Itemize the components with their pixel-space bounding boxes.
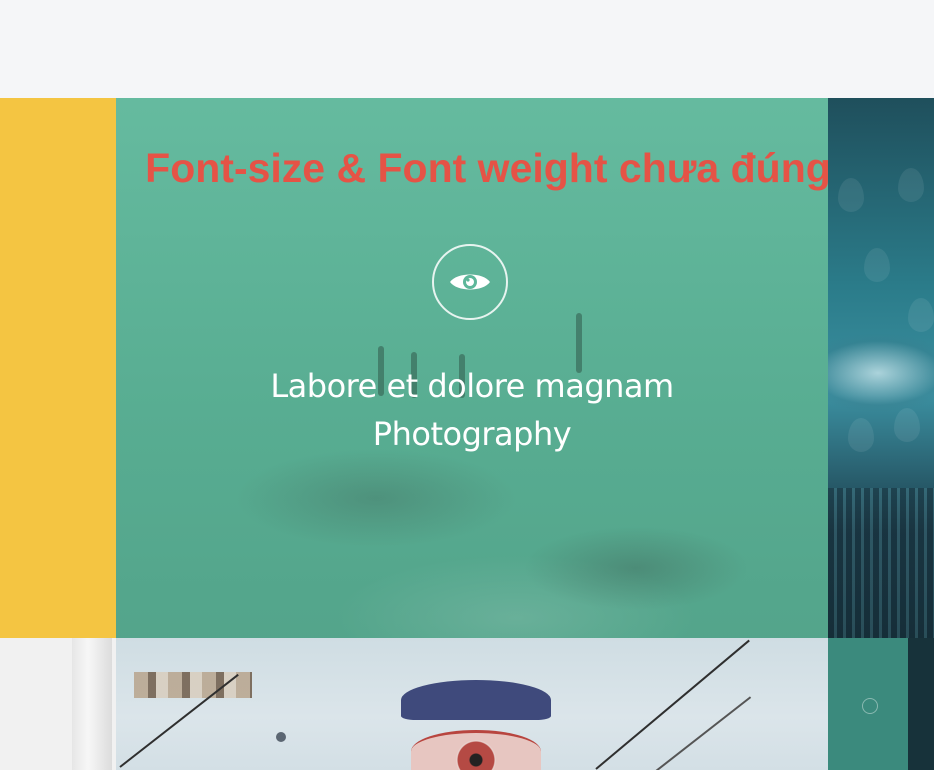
- dot-shape: [276, 732, 286, 742]
- view-button[interactable]: [432, 244, 508, 320]
- eye-illustration: [401, 670, 551, 770]
- paper-fold: [72, 638, 112, 770]
- city-skyline: [828, 488, 934, 638]
- raindrop-shape: [848, 418, 874, 452]
- raindrop-shape: [908, 298, 934, 332]
- top-band: [0, 0, 934, 98]
- raindrop-shape: [864, 248, 890, 282]
- annotation-text: Font-size & Font weight chưa đúng: [145, 145, 831, 191]
- dark-card-shape: [908, 638, 934, 770]
- portfolio-tile-white[interactable]: [0, 638, 116, 770]
- diagonal-line: [595, 639, 750, 770]
- bubble-shape: [862, 698, 878, 714]
- snow-mountain: [828, 333, 934, 423]
- portfolio-item-category[interactable]: Photography: [116, 410, 828, 458]
- featured-caption: Labore et dolore magnam Photography: [116, 362, 828, 458]
- portfolio-tile-eye-art[interactable]: [116, 638, 828, 770]
- portfolio-item-title[interactable]: Labore et dolore magnam: [116, 362, 828, 410]
- eye-brow-shape: [401, 680, 551, 720]
- page: Font-size & Font weight chưa đúng Labore…: [0, 0, 934, 770]
- portfolio-tile-teal[interactable]: [828, 638, 934, 770]
- eye-icon: [450, 274, 490, 290]
